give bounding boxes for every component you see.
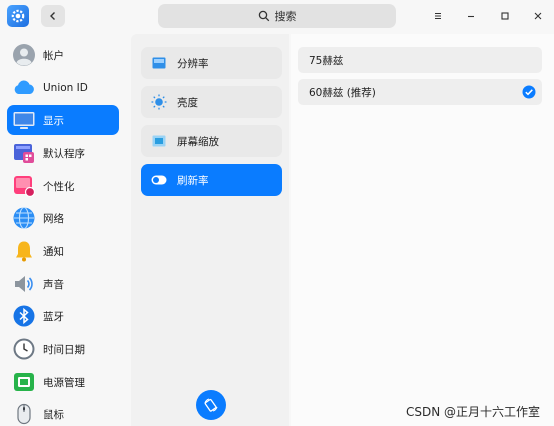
option-label: 75赫兹 bbox=[309, 54, 344, 67]
settings-app-icon bbox=[7, 5, 29, 27]
option-label: 60赫兹 (推荐) bbox=[309, 86, 376, 99]
sidebar-item-label: 声音 bbox=[43, 278, 64, 291]
network-icon bbox=[12, 206, 36, 230]
menu-item-scale[interactable]: 屏幕缩放 bbox=[141, 125, 282, 157]
sidebar-item-network[interactable]: 网络 bbox=[7, 203, 119, 233]
minimize-button[interactable] bbox=[463, 8, 479, 24]
maximize-icon bbox=[501, 12, 509, 20]
bluetooth-icon bbox=[12, 304, 36, 328]
menu-item-refresh-rate[interactable]: 刷新率 bbox=[141, 164, 282, 196]
search-box[interactable]: 搜索 bbox=[158, 4, 396, 28]
sidebar-item-datetime[interactable]: 时间日期 bbox=[7, 334, 119, 364]
sidebar-item-default-apps[interactable]: 默认程序 bbox=[7, 138, 119, 168]
brightness-icon bbox=[151, 94, 167, 110]
maximize-button[interactable] bbox=[497, 8, 513, 24]
sidebar-item-account[interactable]: 帐户 bbox=[7, 40, 119, 70]
sidebar-item-label: 帐户 bbox=[43, 49, 64, 62]
scale-icon bbox=[151, 133, 167, 149]
hamburger-icon bbox=[435, 13, 441, 19]
sidebar-item-mouse[interactable]: 鼠标 bbox=[7, 399, 119, 426]
sidebar-item-union-id[interactable]: Union ID bbox=[7, 73, 119, 103]
menu-item-brightness[interactable]: 亮度 bbox=[141, 86, 282, 118]
refresh-rate-panel: 75赫兹 60赫兹 (推荐) CSDN @正月十六工作室 bbox=[291, 34, 554, 426]
close-icon bbox=[534, 12, 542, 20]
bell-icon bbox=[12, 239, 36, 263]
sidebar-item-label: 电源管理 bbox=[43, 376, 85, 389]
sidebar-item-label: 默认程序 bbox=[43, 147, 85, 160]
sidebar-item-power[interactable]: 电源管理 bbox=[7, 367, 119, 397]
sidebar-item-label: 通知 bbox=[43, 245, 64, 258]
default-apps-icon bbox=[12, 141, 36, 165]
resolution-icon bbox=[151, 55, 167, 71]
rotate-icon bbox=[204, 398, 218, 412]
sidebar-item-notification[interactable]: 通知 bbox=[7, 236, 119, 266]
checkmark-icon bbox=[522, 85, 536, 99]
account-icon bbox=[12, 43, 36, 67]
sidebar-item-bluetooth[interactable]: 蓝牙 bbox=[7, 301, 119, 331]
minimize-icon bbox=[468, 15, 474, 18]
sidebar-item-sound[interactable]: 声音 bbox=[7, 269, 119, 299]
battery-icon bbox=[12, 370, 36, 394]
cloud-icon bbox=[12, 76, 36, 100]
sidebar: 帐户 Union ID 显示 默认程序 个性化 网络 通知 声音 蓝牙 时间日期… bbox=[0, 34, 128, 426]
menu-button[interactable] bbox=[430, 8, 446, 24]
speaker-icon bbox=[12, 272, 36, 296]
search-placeholder: 搜索 bbox=[274, 10, 297, 23]
personalization-icon bbox=[12, 174, 36, 198]
gear-icon bbox=[11, 9, 25, 23]
sidebar-item-label: Union ID bbox=[43, 82, 88, 94]
menu-item-label: 分辨率 bbox=[177, 57, 209, 70]
display-icon bbox=[12, 108, 36, 132]
chevron-left-icon bbox=[50, 12, 55, 20]
sidebar-item-label: 鼠标 bbox=[43, 408, 64, 421]
menu-item-label: 刷新率 bbox=[177, 174, 209, 187]
sidebar-item-label: 个性化 bbox=[43, 180, 75, 193]
menu-item-label: 亮度 bbox=[177, 96, 198, 109]
sidebar-item-label: 蓝牙 bbox=[43, 310, 64, 323]
back-button[interactable] bbox=[41, 5, 65, 27]
sidebar-item-label: 时间日期 bbox=[43, 343, 85, 356]
sidebar-item-label: 网络 bbox=[43, 212, 64, 225]
menu-item-label: 屏幕缩放 bbox=[177, 135, 219, 148]
menu-item-resolution[interactable]: 分辨率 bbox=[141, 47, 282, 79]
refresh-rate-option-selected[interactable]: 60赫兹 (推荐) bbox=[298, 79, 542, 105]
title-bar: 搜索 bbox=[0, 0, 554, 34]
mouse-icon bbox=[12, 402, 36, 426]
search-icon bbox=[258, 10, 269, 22]
sidebar-item-label: 显示 bbox=[43, 114, 64, 127]
refresh-rate-option[interactable]: 75赫兹 bbox=[298, 47, 542, 73]
sidebar-item-personalization[interactable]: 个性化 bbox=[7, 171, 119, 201]
close-button[interactable] bbox=[530, 8, 546, 24]
clock-icon bbox=[12, 337, 36, 361]
display-settings-menu: 分辨率 亮度 屏幕缩放 刷新率 bbox=[131, 34, 289, 426]
rotate-screen-button[interactable] bbox=[196, 390, 226, 420]
refresh-rate-icon bbox=[151, 172, 167, 188]
sidebar-item-display[interactable]: 显示 bbox=[7, 105, 119, 135]
watermark: CSDN @正月十六工作室 bbox=[405, 405, 540, 419]
